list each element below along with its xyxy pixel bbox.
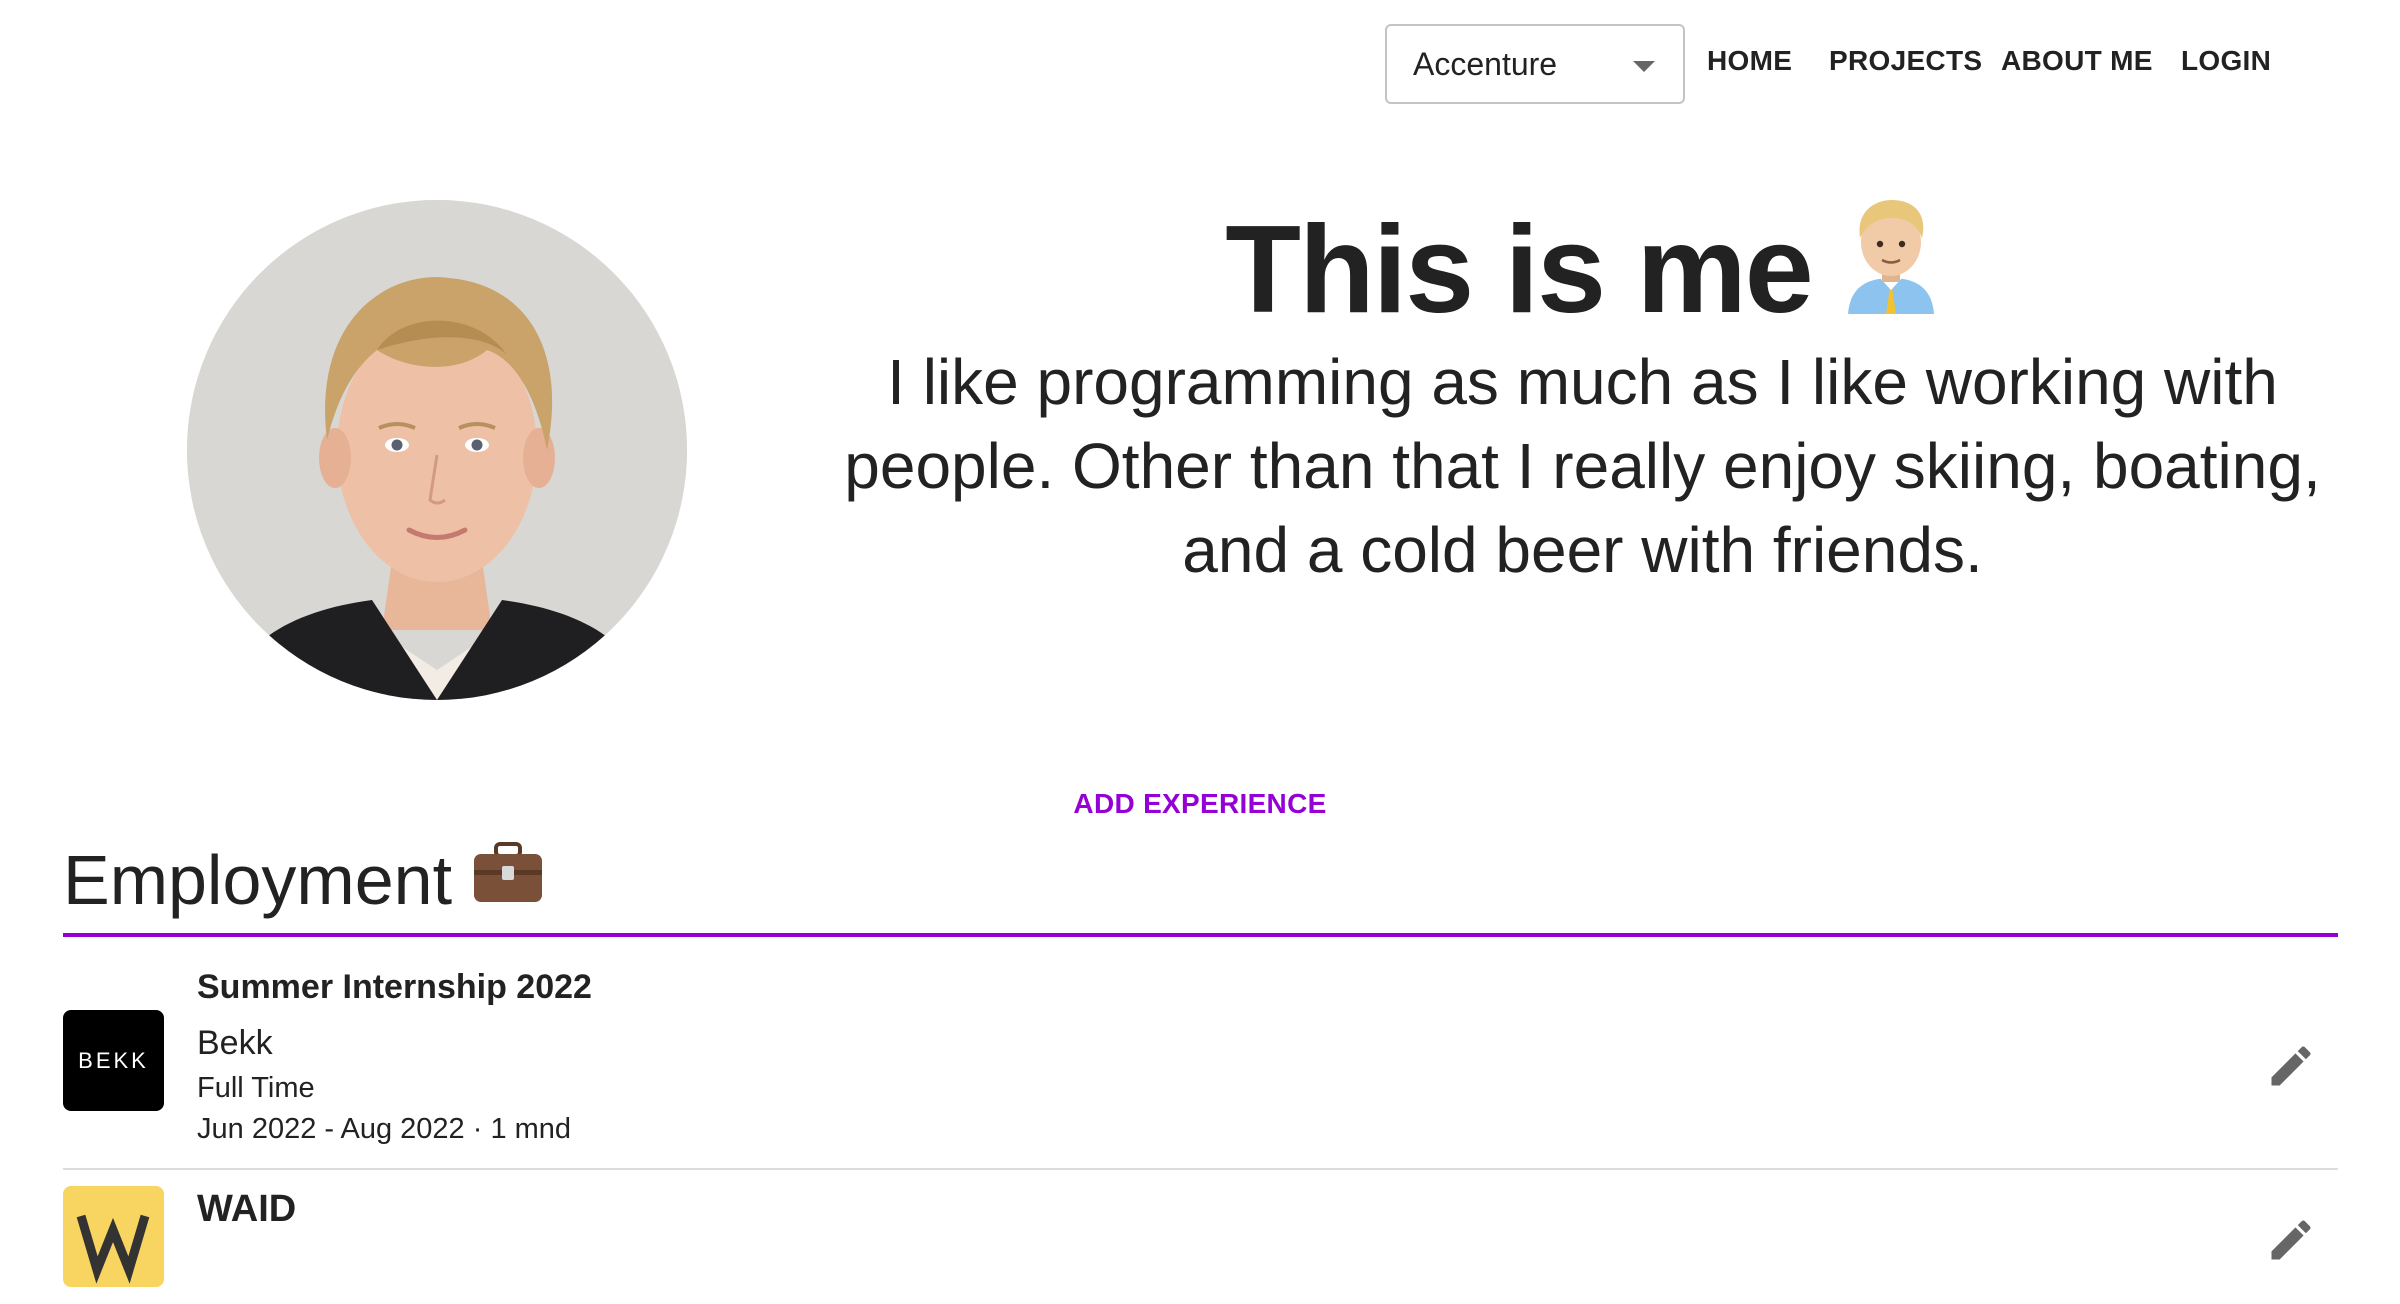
bekk-logo: BEKK [63, 1010, 164, 1111]
edit-icon[interactable] [2265, 1214, 2317, 1266]
employment-heading: Employment [63, 840, 544, 920]
hero-description: I like programming as much as I like wor… [844, 346, 2321, 586]
employment-item-divider [63, 1168, 2338, 1170]
hero-title-text: This is me [1225, 201, 1813, 339]
company-select-value: Accenture [1413, 45, 1558, 82]
job-dates: Jun 2022 - Aug 2022 · 1 mnd [197, 1113, 572, 1145]
employment-heading-text: Employment [63, 841, 453, 919]
job-title: WAID [197, 1188, 297, 1230]
nav-link-about-me[interactable]: ABOUT ME [2001, 45, 2153, 77]
man-office-worker-icon [1842, 196, 1940, 344]
job-title: Summer Internship 2022 [197, 968, 592, 1006]
job-type: Full Time [197, 1072, 315, 1104]
caret-down-icon [1633, 61, 1655, 72]
profile-photo [187, 200, 687, 700]
job-company: Bekk [197, 1024, 273, 1062]
company-select[interactable]: Accenture [1385, 24, 1685, 104]
add-experience-button[interactable]: ADD EXPERIENCE [1000, 788, 1400, 820]
nav-link-projects[interactable]: PROJECTS [1829, 45, 1982, 77]
bekk-logo-text: BEKK [78, 1047, 149, 1073]
employment-item: WAID [63, 1184, 2338, 1304]
top-navigation: Accenture HOME PROJECTS ABOUT ME LOGIN [0, 0, 2400, 130]
nav-link-home[interactable]: HOME [1707, 45, 1792, 77]
nav-link-login[interactable]: LOGIN [2181, 45, 2271, 77]
hero-title: This is me [820, 200, 2345, 344]
waid-logo [63, 1186, 164, 1287]
employment-divider [63, 933, 2338, 937]
employment-item: BEKK Summer Internship 2022 Bekk Full Ti… [63, 968, 2338, 1168]
briefcase-icon [472, 840, 544, 920]
edit-icon[interactable] [2265, 1040, 2317, 1092]
